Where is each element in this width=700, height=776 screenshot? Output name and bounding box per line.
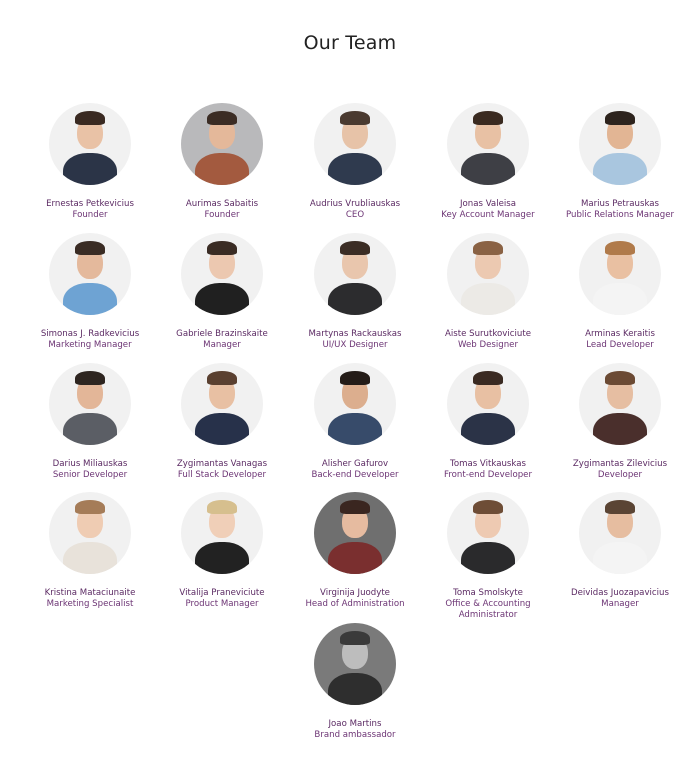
member-name: Virginija Juodyte [320, 588, 390, 598]
member-name: Vitalija Praneviciute [179, 588, 265, 598]
member-name: Arminas Keraitis [585, 329, 655, 339]
team-member-card: Gabriele Brazinskaite Manager [156, 233, 288, 351]
avatar [181, 492, 263, 574]
avatar [314, 363, 396, 445]
team-member-card: Zygimantas Vanagas Full Stack Developer [156, 363, 288, 481]
member-name: Martynas Rackauskas [308, 329, 402, 339]
member-role: Key Account Manager [441, 210, 535, 220]
avatar [314, 233, 396, 315]
avatar [314, 492, 396, 574]
member-name: Ernestas Petkevicius [46, 199, 134, 209]
team-member-card: Jonas Valeisa Key Account Manager [422, 103, 554, 221]
member-role: CEO [345, 210, 365, 220]
team-member-card: Virginija Juodyte Head of Administration [289, 492, 421, 610]
member-role: Lead Developer [586, 340, 654, 350]
member-role: Web Designer [458, 340, 518, 350]
member-role: Head of Administration [305, 599, 405, 609]
member-role: Manager [601, 599, 639, 609]
member-name: Simonas J. Radkevicius [40, 329, 140, 339]
member-role: Brand ambassador [314, 730, 396, 740]
member-role: Senior Developer [52, 470, 128, 480]
team-member-card: Simonas J. Radkevicius Marketing Manager [24, 233, 156, 351]
team-member-card: Martynas Rackauskas UI/UX Designer [289, 233, 421, 351]
member-role: Product Manager [185, 599, 259, 609]
member-role: Front-end Developer [444, 470, 532, 480]
member-name: Gabriele Brazinskaite [176, 329, 268, 339]
member-role: Developer [597, 470, 643, 480]
avatar [49, 492, 131, 574]
member-name: Joao Martins [328, 719, 382, 729]
avatar [181, 103, 263, 185]
team-member-card: Toma Smolskyte Office & Accounting Admini… [422, 492, 554, 620]
avatar [314, 623, 396, 705]
avatar [49, 103, 131, 185]
team-member-card: Marius Petrauskas Public Relations Manage… [554, 103, 686, 221]
member-name: Tomas Vitkauskas [450, 459, 526, 469]
avatar [447, 103, 529, 185]
team-member-card: Zygimantas Zilevicius Developer [554, 363, 686, 481]
team-grid: Ernestas Petkevicius Founder Aurimas Sabai… [0, 0, 700, 776]
team-member-card: Darius Miliauskas Senior Developer [24, 363, 156, 481]
avatar [181, 363, 263, 445]
team-member-card: Aurimas Sabaitis Founder [156, 103, 288, 221]
avatar [181, 233, 263, 315]
member-name: Audrius Vrubliauskas [309, 199, 401, 209]
team-member-card: Deividas Juozapavicius Manager [554, 492, 686, 610]
member-role: Marketing Manager [48, 340, 132, 350]
member-name: Zygimantas Zilevicius [572, 459, 668, 469]
member-name: Aurimas Sabaitis [185, 199, 259, 209]
member-role: Marketing Specialist [46, 599, 134, 609]
avatar [447, 233, 529, 315]
team-member-card: Joao Martins Brand ambassador [289, 623, 421, 741]
team-member-card: Arminas Keraitis Lead Developer [554, 233, 686, 351]
team-member-card: Kristina Mataciunaite Marketing Specialis… [24, 492, 156, 610]
member-name: Zygimantas Vanagas [176, 459, 268, 469]
team-member-card: Vitalija Praneviciute Product Manager [156, 492, 288, 610]
team-member-card: Aiste Surutkoviciute Web Designer [422, 233, 554, 351]
team-member-card: Audrius Vrubliauskas CEO [289, 103, 421, 221]
member-role: Founder [204, 210, 240, 220]
avatar [579, 233, 661, 315]
member-name: Marius Petrauskas [580, 199, 660, 209]
member-role: Manager [203, 340, 241, 350]
team-member-card: Alisher Gafurov Back-end Developer [289, 363, 421, 481]
avatar [49, 363, 131, 445]
member-role: Office & Accounting Administrator [445, 599, 531, 620]
member-role: Full Stack Developer [177, 470, 267, 480]
member-name: Toma Smolskyte [453, 588, 523, 598]
member-name: Kristina Mataciunaite [44, 588, 136, 598]
avatar [447, 363, 529, 445]
team-member-card: Ernestas Petkevicius Founder [24, 103, 156, 221]
avatar [579, 103, 661, 185]
member-role: Founder [72, 210, 108, 220]
member-role: Back-end Developer [311, 470, 399, 480]
avatar [314, 103, 396, 185]
avatar [49, 233, 131, 315]
avatar [447, 492, 529, 574]
avatar [579, 492, 661, 574]
member-role: Public Relations Manager [565, 210, 675, 220]
team-member-card: Tomas Vitkauskas Front-end Developer [422, 363, 554, 481]
member-name: Alisher Gafurov [321, 459, 389, 469]
member-role: UI/UX Designer [322, 340, 388, 350]
member-name: Aiste Surutkoviciute [444, 329, 531, 339]
member-name: Jonas Valeisa [460, 199, 516, 209]
avatar [579, 363, 661, 445]
member-name: Deividas Juozapavicius [571, 588, 669, 598]
member-name: Darius Miliauskas [52, 459, 128, 469]
